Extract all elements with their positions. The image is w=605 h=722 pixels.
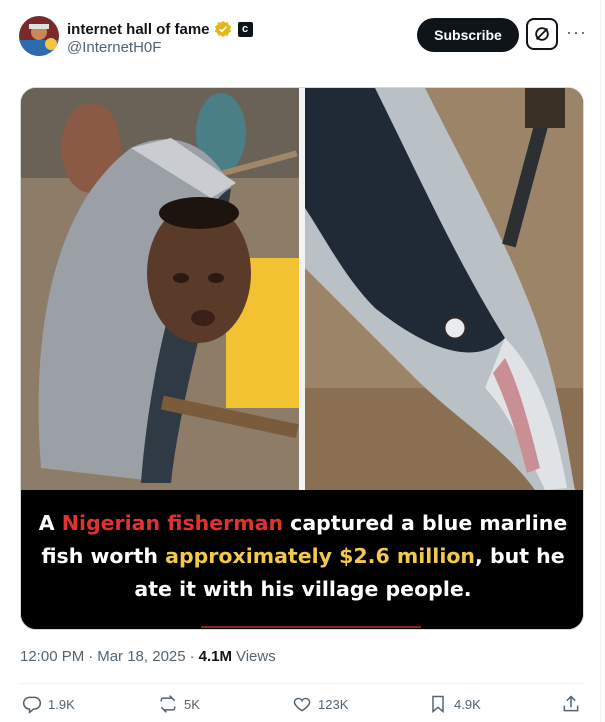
caption-text: A [38,511,62,535]
timeline-border [600,0,601,722]
caption-text: , but he [475,544,565,568]
repost-icon [160,695,176,713]
share-button[interactable] [561,694,581,714]
meta-separator: · [189,648,195,665]
caption-underline [201,626,421,628]
more-icon[interactable]: ··· [566,22,587,43]
bookmark-count: 4.9K [454,696,481,712]
author-name-row[interactable]: internet hall of fame c [67,19,253,39]
media-caption: A Nigerian fisherman captured a blue mar… [21,490,583,629]
caption-highlight-gold: approximately $2.6 million [165,544,476,568]
like-count: 123K [318,696,349,712]
grok-icon [535,27,549,41]
bookmark-icon [432,695,444,714]
avatar-image [19,16,59,56]
caption-text: ate it with his village people. [134,577,472,601]
post-meta: 12:00 PM · Mar 18, 2025 · 4.1M Views [20,648,276,665]
post-media[interactable]: A Nigerian fisherman captured a blue mar… [20,87,584,630]
repost-button[interactable]: 5K [158,694,200,714]
meta-separator: · [88,648,94,665]
like-button[interactable]: 123K [292,694,348,714]
action-bar: 1.9K 5K 123K 4.9K [0,694,605,718]
caption-text: fish worth [41,544,166,568]
reply-count: 1.9K [48,696,75,712]
divider [20,683,584,684]
repost-count: 5K [184,696,200,712]
caption-highlight-red: Nigerian fisherman [61,511,284,535]
bookmark-button[interactable]: 4.9K [428,694,481,714]
grok-button[interactable] [526,18,558,50]
affiliate-badge-letter: c [241,23,249,35]
post-date[interactable]: Mar 18, 2025 [97,648,185,665]
author-handle[interactable]: @InternetH0F [67,39,161,56]
views-count: 4.1M [198,648,232,665]
author-name[interactable]: internet hall of fame [67,21,210,38]
reply-button[interactable]: 1.9K [22,694,75,714]
like-icon [293,697,311,712]
affiliate-badge-icon[interactable]: c [237,21,253,37]
share-icon [563,695,579,712]
subscribe-button[interactable]: Subscribe [417,18,519,52]
blue-marlin-photo [305,88,583,490]
avatar[interactable] [19,16,59,56]
fisherman-photo [21,88,299,490]
verified-gold-icon [214,20,231,38]
reply-icon [22,696,42,714]
caption-text: captured a blue marline [283,511,568,535]
post-time[interactable]: 12:00 PM [20,648,84,665]
views-label: Views [235,648,276,665]
